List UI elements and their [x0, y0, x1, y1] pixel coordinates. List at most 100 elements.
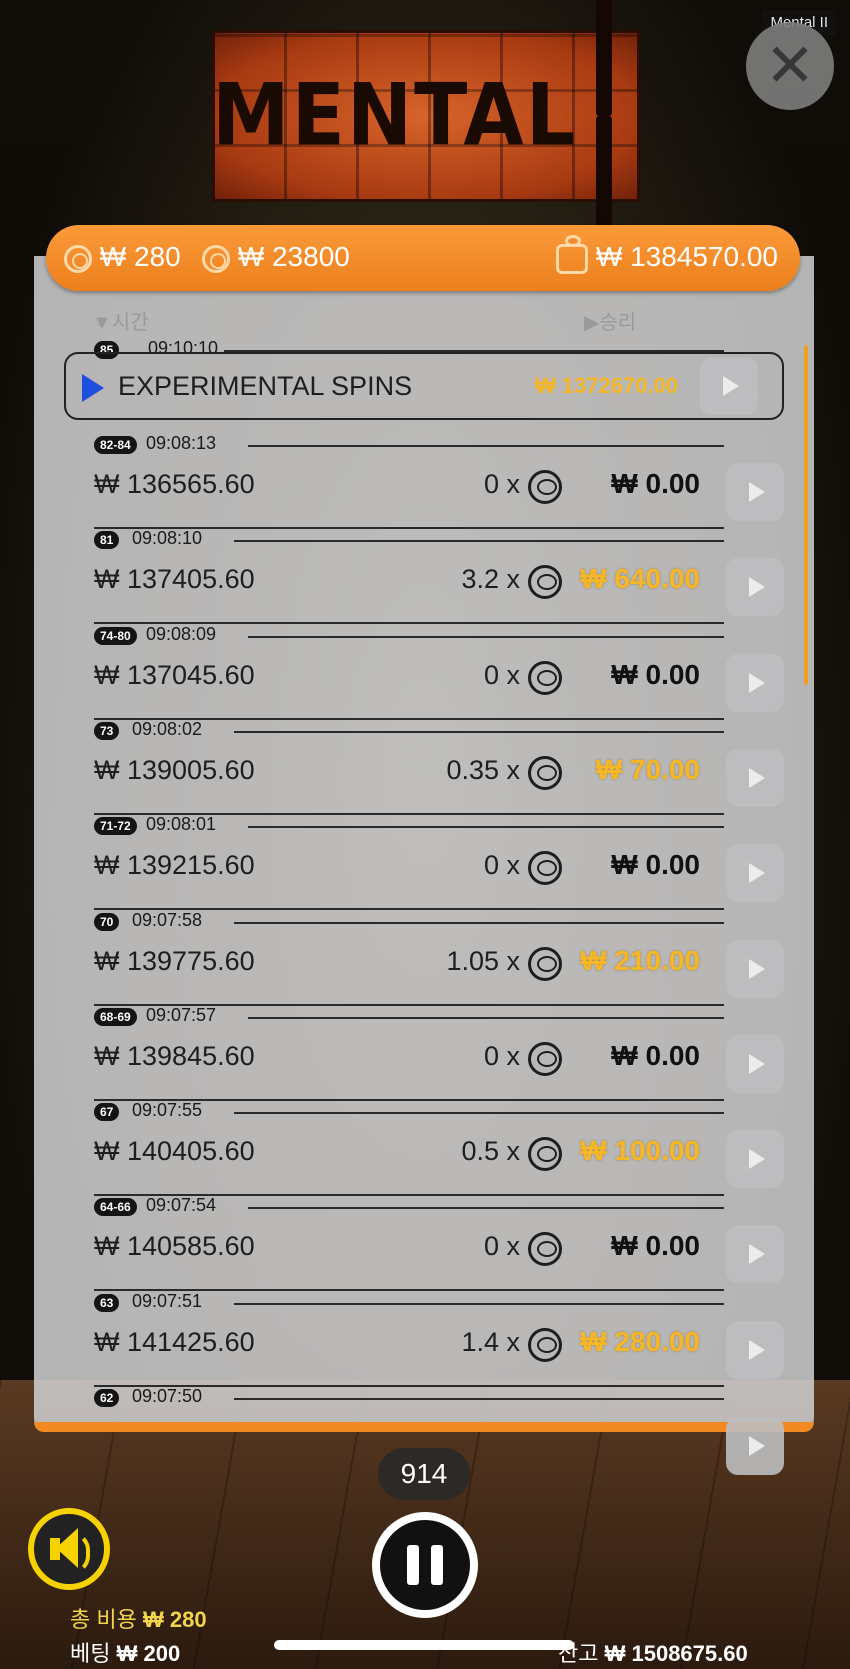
coin-icon	[528, 756, 562, 790]
bet-value: ₩ 200	[116, 1641, 181, 1666]
close-icon: ✕	[764, 31, 816, 101]
total-cost-label: 총 비용	[70, 1607, 137, 1632]
wallet-icon	[556, 234, 589, 274]
balance-after-spin: ₩ 139845.60	[94, 1041, 255, 1071]
round-time: 09:07:57	[146, 1005, 217, 1025]
balance-after-spin: ₩ 137045.60	[94, 660, 255, 690]
total-bet-summary: ₩ 280	[64, 241, 181, 273]
coin-icon	[202, 244, 230, 273]
replay-button[interactable]	[726, 463, 784, 521]
coin-icon	[528, 1137, 562, 1171]
total-win-value: ₩ 23800	[237, 241, 350, 272]
win-multiplier: 0 x	[483, 850, 520, 880]
experimental-spins-row[interactable]: EXPERIMENTAL SPINS ₩ 1372670.00	[64, 352, 784, 420]
experimental-spins-amount: ₩ 1372670.00	[534, 373, 678, 398]
balance-after-spin: ₩ 141425.60	[94, 1327, 255, 1357]
round-badge: 62	[94, 1389, 120, 1407]
replay-button[interactable]	[726, 749, 784, 807]
round-badge: 82-84	[94, 436, 137, 454]
win-multiplier: 0.5 x	[461, 1136, 520, 1166]
win-amount: ₩ 100.00	[580, 1135, 700, 1166]
total-bet-value: ₩ 280	[99, 241, 181, 272]
round-time: 09:08:10	[132, 528, 203, 548]
divider	[248, 636, 724, 638]
replay-button[interactable]	[726, 844, 784, 902]
win-multiplier: 0 x	[483, 660, 520, 690]
coin-icon	[528, 947, 562, 981]
wallet-value: ₩ 1384570.00	[595, 241, 778, 272]
scrollbar[interactable]	[804, 345, 808, 685]
round-badge: 70	[94, 913, 120, 931]
spin-counter: 914	[378, 1448, 470, 1500]
replay-button[interactable]	[726, 1417, 784, 1475]
coin-icon	[528, 851, 562, 885]
replay-button[interactable]	[726, 1321, 784, 1379]
history-row: 73 09:08:02 ₩ 139005.60 0.35 x ₩ 70.00	[64, 719, 784, 815]
win-multiplier: 0 x	[483, 1041, 520, 1071]
balance-after-spin: ₩ 139215.60	[94, 850, 255, 880]
round-badge: 63	[94, 1294, 120, 1312]
win-amount: ₩ 210.00	[580, 945, 700, 976]
divider	[234, 540, 724, 542]
pause-button[interactable]	[372, 1512, 478, 1618]
play-triangle-icon	[82, 374, 104, 402]
win-multiplier: 3.2 x	[461, 564, 520, 594]
sort-by-win-header[interactable]: ▶승리	[584, 306, 636, 335]
replay-button[interactable]	[726, 654, 784, 712]
win-amount: ₩ 0.00	[611, 1040, 700, 1071]
divider	[234, 1112, 724, 1114]
win-multiplier: 0 x	[483, 1231, 520, 1261]
round-badge: 73	[94, 722, 120, 740]
divider	[234, 1398, 724, 1400]
replay-button[interactable]	[726, 558, 784, 616]
round-time: 09:07:55	[132, 1100, 203, 1120]
replay-button[interactable]	[726, 940, 784, 998]
coin-icon	[528, 1042, 562, 1076]
balance-after-spin: ₩ 140585.60	[94, 1231, 255, 1261]
close-button[interactable]: ✕	[746, 22, 834, 110]
sound-button[interactable]	[28, 1508, 110, 1590]
total-win-summary: ₩ 23800	[202, 241, 350, 273]
replay-button[interactable]	[726, 1130, 784, 1188]
divider	[248, 1017, 724, 1019]
logo-numeral-ii	[591, 0, 640, 234]
round-time: 09:07:54	[146, 1195, 217, 1215]
round-time: 09:07:51	[132, 1291, 203, 1311]
history-row: 74-80 09:08:09 ₩ 137045.60 0 x ₩ 0.00	[64, 624, 784, 720]
replay-button[interactable]	[700, 357, 758, 415]
replay-button[interactable]	[726, 1035, 784, 1093]
divider	[234, 731, 724, 733]
bet-label: 베팅	[70, 1641, 111, 1666]
coin-icon	[528, 470, 562, 504]
win-amount: ₩ 280.00	[580, 1326, 700, 1357]
bet-info: 베팅 ₩ 200	[70, 1636, 180, 1668]
coin-icon	[528, 661, 562, 695]
replay-button[interactable]	[726, 1225, 784, 1283]
round-time: 09:08:01	[146, 814, 217, 834]
total-cost-value: ₩ 280	[142, 1607, 207, 1632]
balance-after-spin: ₩ 140405.60	[94, 1136, 255, 1166]
history-row: 81 09:08:10 ₩ 137405.60 3.2 x ₩ 640.00	[64, 528, 784, 624]
win-amount: ₩ 0.00	[611, 849, 700, 880]
history-row: 82-84 09:08:13 ₩ 136565.60 0 x ₩ 0.00	[64, 433, 784, 529]
balance-after-spin: ₩ 139005.60	[94, 755, 255, 785]
history-row: 67 09:07:55 ₩ 140405.60 0.5 x ₩ 100.00	[64, 1100, 784, 1196]
balance-after-spin: ₩ 137405.60	[94, 564, 255, 594]
history-row: 71-72 09:08:01 ₩ 139215.60 0 x ₩ 0.00	[64, 814, 784, 910]
home-indicator[interactable]	[274, 1640, 574, 1650]
round-badge: 67	[94, 1103, 120, 1121]
round-badge: 71-72	[94, 817, 137, 835]
win-amount: ₩ 640.00	[580, 563, 700, 594]
divider	[234, 922, 724, 924]
coin-icon	[528, 1328, 562, 1362]
history-row: 64-66 09:07:54 ₩ 140585.60 0 x ₩ 0.00	[64, 1195, 784, 1291]
win-amount: ₩ 70.00	[595, 754, 700, 785]
sort-by-time-header[interactable]: ▼시간	[92, 306, 149, 335]
history-row: 70 09:07:58 ₩ 139775.60 1.05 x ₩ 210.00	[64, 910, 784, 1006]
round-time: 09:08:13	[146, 433, 217, 453]
game-logo: MENTAL	[212, 0, 640, 234]
coin-icon	[528, 565, 562, 599]
win-amount: ₩ 0.00	[611, 468, 700, 499]
divider	[234, 1303, 724, 1305]
divider	[248, 445, 724, 447]
